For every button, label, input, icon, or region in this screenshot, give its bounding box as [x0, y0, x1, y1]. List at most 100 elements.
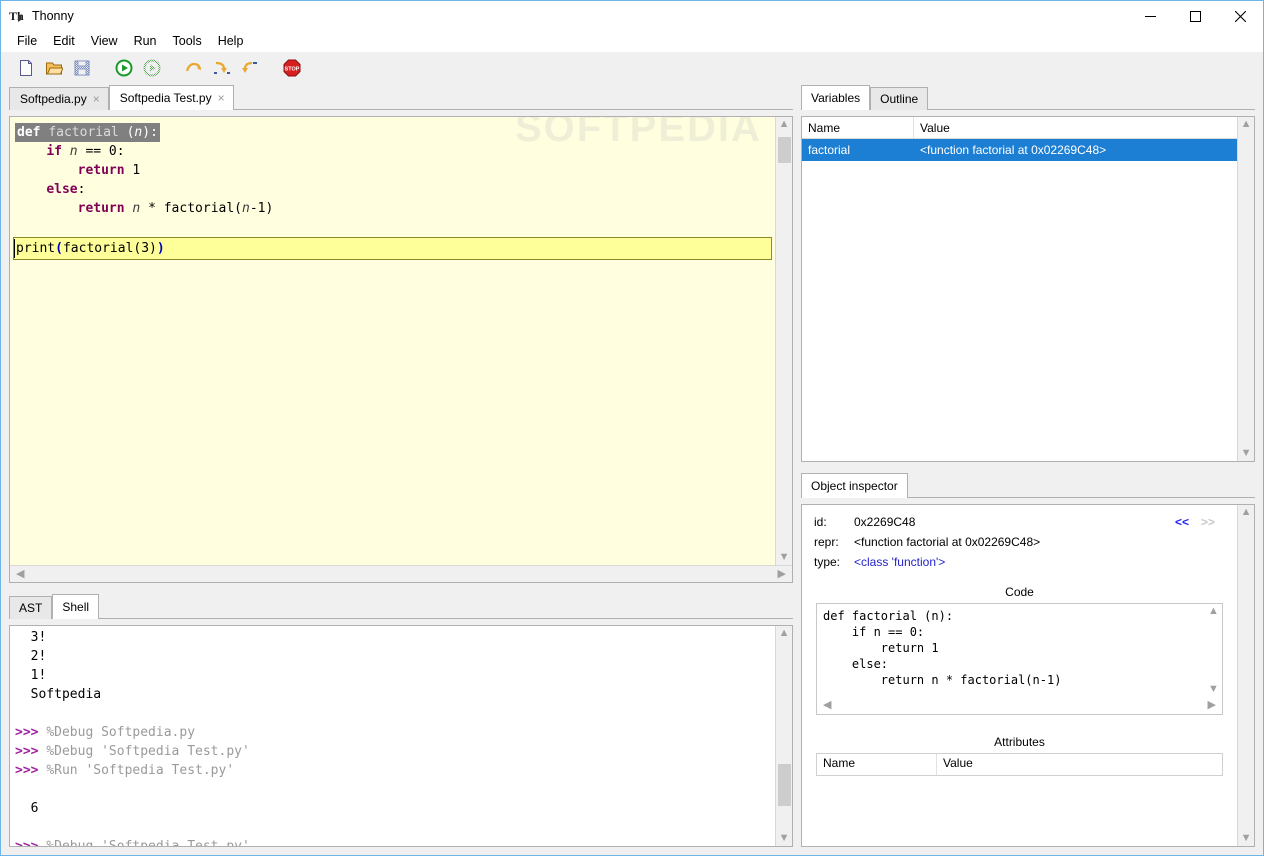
- minimize-button[interactable]: [1128, 1, 1173, 31]
- field-value-type[interactable]: <class 'function'>: [854, 555, 945, 569]
- editor-tab-softpedia-test-py[interactable]: Softpedia Test.py ×: [108, 85, 234, 110]
- shell-tab-ast[interactable]: AST: [9, 596, 53, 619]
- object-inspector-vertical-scrollbar[interactable]: ▲ ▼: [1237, 505, 1254, 846]
- window-controls: [1128, 1, 1263, 31]
- shell-line: >>> %Debug Softpedia.py: [15, 723, 775, 742]
- code-recursive-call: * factorial(: [148, 201, 242, 216]
- column-header-name[interactable]: Name: [802, 117, 914, 138]
- code-editor[interactable]: SOFTPEDIA def factorial (n): if n == 0: …: [10, 117, 775, 565]
- chevron-up-icon[interactable]: ▲: [1205, 604, 1222, 619]
- shell-tab-label: Shell: [62, 600, 90, 614]
- code-return-value: 1: [132, 163, 141, 178]
- table-row[interactable]: factorial <function factorial at 0x02269…: [802, 139, 1237, 161]
- code-line-print-current: print(factorial(3)): [13, 237, 772, 260]
- menu-help[interactable]: Help: [210, 32, 252, 51]
- close-icon[interactable]: ×: [218, 92, 225, 104]
- tab-label: Variables: [811, 91, 861, 105]
- nav-next-button[interactable]: >>: [1201, 515, 1215, 529]
- close-button[interactable]: [1218, 1, 1263, 31]
- scrollbar-thumb[interactable]: [778, 764, 791, 806]
- chevron-up-icon[interactable]: ▲: [1238, 117, 1255, 132]
- object-inspector-tabstrip: Object inspector: [801, 473, 1255, 498]
- code-paren-open-print: (: [55, 241, 63, 256]
- shell-prompt: >>>: [15, 839, 46, 846]
- chevron-down-icon[interactable]: ▼: [1238, 831, 1255, 846]
- step-out-icon[interactable]: [237, 55, 263, 81]
- code-preview-vertical-scrollbar[interactable]: ▲ ▼: [1205, 604, 1222, 697]
- shell-output-text: 6: [15, 801, 39, 816]
- step-into-icon[interactable]: [209, 55, 235, 81]
- menu-bar: File Edit View Run Tools Help: [1, 31, 1263, 52]
- shell-line: 2!: [15, 647, 775, 666]
- tab-object-inspector[interactable]: Object inspector: [801, 473, 908, 498]
- stop-icon[interactable]: STOP: [279, 55, 305, 81]
- shell-prompt: >>>: [15, 725, 47, 740]
- code-else-colon: :: [77, 182, 86, 197]
- chevron-right-icon[interactable]: ▶: [775, 567, 789, 582]
- chevron-right-icon[interactable]: ▶: [1205, 698, 1219, 713]
- variables-table: Name Value factorial <function factorial…: [802, 117, 1237, 461]
- shell-panel: 3! 2! 1! Softpedia >>> %Debug Softpedia.…: [9, 625, 793, 847]
- code-preview-text[interactable]: def factorial (n): if n == 0: return 1 e…: [817, 604, 1205, 697]
- column-header-name[interactable]: Name: [817, 754, 937, 775]
- editor-tab-label: Softpedia.py: [20, 92, 87, 106]
- step-over-icon[interactable]: [181, 55, 207, 81]
- variables-panel: Name Value factorial <function factorial…: [801, 116, 1255, 462]
- code-preview-inner: def factorial (n): if n == 0: return 1 e…: [817, 604, 1222, 697]
- menu-view[interactable]: View: [83, 32, 126, 51]
- chevron-down-icon[interactable]: ▼: [1205, 682, 1222, 697]
- menu-tools[interactable]: Tools: [165, 32, 210, 51]
- run-icon[interactable]: [111, 55, 137, 81]
- variables-vertical-scrollbar[interactable]: ▲ ▼: [1237, 117, 1254, 461]
- tab-variables[interactable]: Variables: [801, 85, 871, 110]
- save-file-icon[interactable]: [69, 55, 95, 81]
- menu-edit[interactable]: Edit: [45, 32, 83, 51]
- window-title: Thonny: [32, 9, 74, 23]
- debug-icon[interactable]: [139, 55, 165, 81]
- object-inspector-fields: id: 0x2269C48 << >> repr: <function fact…: [802, 515, 1237, 575]
- chevron-up-icon[interactable]: ▲: [1238, 505, 1255, 520]
- code-line-else: else:: [10, 180, 775, 199]
- editor-tab-softpedia-py[interactable]: Softpedia.py ×: [9, 87, 109, 110]
- tab-outline[interactable]: Outline: [870, 87, 929, 110]
- editor-vertical-scrollbar[interactable]: ▲ ▼: [775, 117, 792, 565]
- maximize-button[interactable]: [1173, 1, 1218, 31]
- chevron-left-icon[interactable]: ◀: [13, 567, 27, 582]
- chevron-down-icon[interactable]: ▼: [1238, 446, 1255, 461]
- main-body: Softpedia.py × Softpedia Test.py × SOFTP…: [1, 85, 1263, 855]
- code-line-return-2: return n * factorial(n-1): [10, 199, 775, 218]
- menu-run[interactable]: Run: [126, 32, 165, 51]
- code-preview-horizontal-scrollbar[interactable]: ◀ ▶: [817, 697, 1222, 714]
- chevron-left-icon[interactable]: ◀: [820, 698, 834, 713]
- field-value-id: 0x2269C48: [854, 515, 916, 529]
- close-icon[interactable]: ×: [93, 93, 100, 105]
- menu-file[interactable]: File: [9, 32, 45, 51]
- variables-table-body: factorial <function factorial at 0x02269…: [802, 139, 1237, 461]
- chevron-up-icon[interactable]: ▲: [776, 117, 793, 132]
- editor-horizontal-scrollbar[interactable]: ◀ ▶: [10, 565, 792, 582]
- field-value-repr: <function factorial at 0x02269C48>: [854, 535, 1041, 549]
- open-file-icon[interactable]: [41, 55, 67, 81]
- shell-output[interactable]: 3! 2! 1! Softpedia >>> %Debug Softpedia.…: [10, 626, 775, 846]
- chevron-down-icon[interactable]: ▼: [776, 550, 793, 565]
- scrollbar-thumb[interactable]: [778, 137, 791, 163]
- shell-tab-shell[interactable]: Shell: [52, 594, 100, 619]
- object-inspector-panel: id: 0x2269C48 << >> repr: <function fact…: [801, 504, 1255, 847]
- shell-output-text: 3!: [15, 630, 47, 645]
- column-header-value[interactable]: Value: [914, 117, 1237, 138]
- code-print-call: print: [16, 241, 56, 256]
- new-file-icon[interactable]: [13, 55, 39, 81]
- column-header-value[interactable]: Value: [937, 754, 1222, 775]
- nav-prev-button[interactable]: <<: [1175, 515, 1189, 529]
- object-nav: << >>: [1175, 515, 1215, 529]
- code-keyword-return: return: [77, 163, 125, 178]
- shell-command: %Debug 'Softpedia Test.py': [46, 744, 250, 759]
- field-label-id: id:: [814, 515, 827, 529]
- chevron-up-icon[interactable]: ▲: [776, 626, 793, 641]
- code-function-name-2: factorial: [48, 125, 119, 140]
- toolbar: STOP: [1, 52, 1263, 85]
- editor-tab-label: Softpedia Test.py: [119, 91, 212, 105]
- chevron-down-icon[interactable]: ▼: [776, 831, 793, 846]
- field-repr: repr: <function factorial at 0x02269C48>: [814, 535, 1225, 549]
- shell-vertical-scrollbar[interactable]: ▲ ▼: [775, 626, 792, 846]
